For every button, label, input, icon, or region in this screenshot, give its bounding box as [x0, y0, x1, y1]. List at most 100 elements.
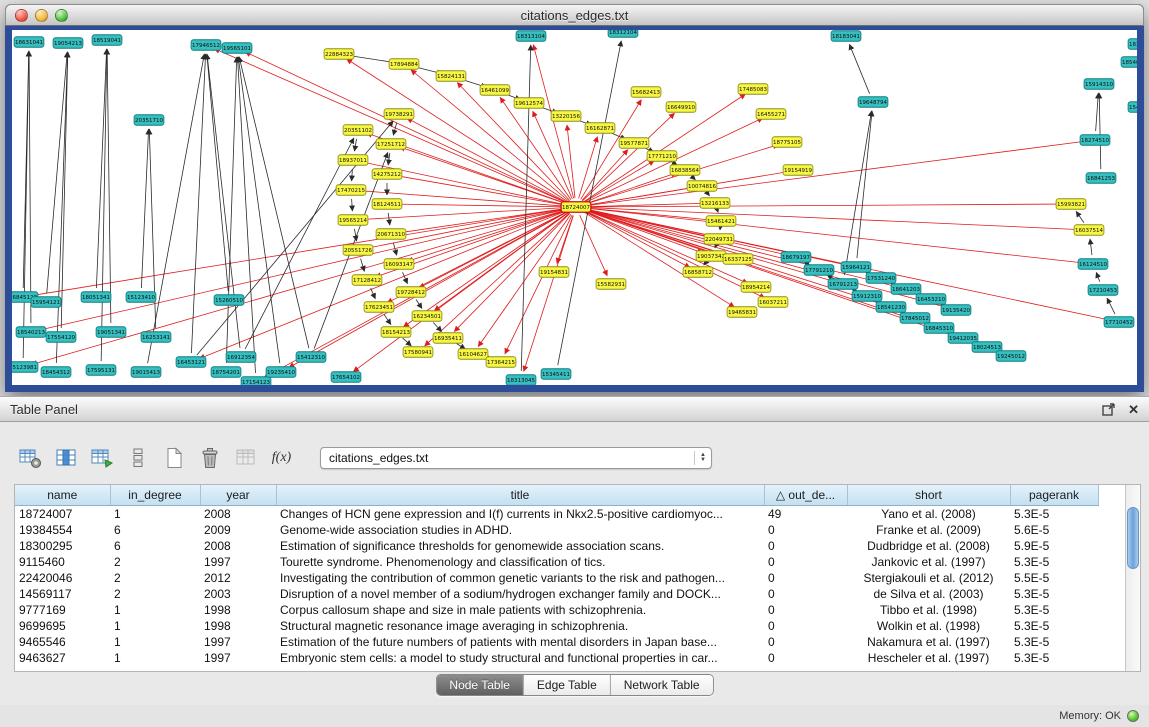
graph-node[interactable]: 18346012: [1128, 39, 1137, 50]
table-cell[interactable]: 0: [764, 586, 847, 602]
table-cell[interactable]: 9463627: [15, 650, 110, 666]
graph-node[interactable]: 16455271: [756, 109, 786, 120]
scrollbar-thumb[interactable]: [1127, 507, 1139, 569]
window-titlebar[interactable]: citations_edges.txt: [5, 4, 1144, 26]
table-row[interactable]: 946554611997Estimation of the future num…: [15, 634, 1098, 650]
tab-node-table[interactable]: Node Table: [436, 675, 524, 695]
graph-node[interactable]: 18312104: [608, 30, 638, 37]
graph-node[interactable]: 19154919: [783, 165, 813, 176]
function-builder-icon[interactable]: f(x): [268, 444, 295, 471]
table-cell[interactable]: 1997: [200, 634, 276, 650]
table-cell[interactable]: 5.9E-5: [1010, 538, 1098, 554]
minimize-window-button[interactable]: [35, 9, 48, 22]
table-row[interactable]: 977716911998Corpus callosum shape and si…: [15, 602, 1098, 618]
graph-node[interactable]: 16162871: [585, 123, 615, 134]
table-cell[interactable]: 5.5E-5: [1010, 570, 1098, 586]
graph-node[interactable]: 18954214: [741, 282, 771, 293]
table-cell[interactable]: 22420046: [15, 570, 110, 586]
graph-node[interactable]: 16037514: [1074, 225, 1104, 236]
graph-node[interactable]: 19738291: [384, 109, 414, 120]
graph-node[interactable]: 16858712: [683, 267, 713, 278]
graph-node[interactable]: 18051341: [81, 292, 111, 303]
graph-node[interactable]: 20551726: [343, 245, 373, 256]
graph-node[interactable]: 16791213: [828, 279, 858, 290]
tab-network-table[interactable]: Network Table: [611, 675, 713, 695]
import-table-icon[interactable]: [88, 444, 115, 471]
graph-node[interactable]: 18775105: [772, 137, 802, 148]
graph-node[interactable]: 19245012: [996, 351, 1026, 362]
graph-node[interactable]: 19154831: [539, 267, 569, 278]
table-cell[interactable]: 5.3E-5: [1010, 506, 1098, 523]
graph-node[interactable]: 16253141: [141, 332, 171, 343]
graph-node[interactable]: 15912310: [852, 291, 882, 302]
table-cell[interactable]: 6: [110, 522, 200, 538]
graph-node[interactable]: 15260510: [214, 295, 244, 306]
table-cell[interactable]: 9465546: [15, 634, 110, 650]
graph-node[interactable]: 19612574: [514, 98, 544, 109]
graph-node[interactable]: 18631041: [14, 37, 44, 48]
graph-node[interactable]: 19565214: [338, 215, 368, 226]
table-cell[interactable]: Tourette syndrome. Phenomenology and cla…: [276, 554, 764, 570]
graph-node[interactable]: 19577871: [619, 138, 649, 149]
table-cell[interactable]: 0: [764, 522, 847, 538]
close-panel-icon[interactable]: ✕: [1128, 403, 1139, 416]
table-cell[interactable]: 5.3E-5: [1010, 634, 1098, 650]
table-cell[interactable]: 1: [110, 506, 200, 523]
table-row[interactable]: 1456911722003Disruption of a novel membe…: [15, 586, 1098, 602]
graph-node[interactable]: 18540213: [16, 327, 46, 338]
graph-node[interactable]: 17251712: [376, 139, 406, 150]
graph-node[interactable]: 16845310: [924, 323, 954, 334]
graph-node[interactable]: 17154123: [241, 377, 271, 385]
graph-node[interactable]: 16935411: [433, 333, 463, 344]
graph-node[interactable]: 22884323: [324, 49, 354, 60]
table-row[interactable]: 2242004622012Investigating the contribut…: [15, 570, 1098, 586]
graph-node[interactable]: 16124510: [1078, 259, 1108, 270]
graph-node[interactable]: 20671310: [376, 229, 406, 240]
graph-node[interactable]: 15123410: [126, 292, 156, 303]
table-cell[interactable]: Dudbridge et al. (2008): [847, 538, 1010, 554]
graph-node[interactable]: 18124511: [372, 199, 402, 210]
graph-node[interactable]: 17771210: [647, 151, 677, 162]
table-cell[interactable]: Estimation of significance thresholds fo…: [276, 538, 764, 554]
table-cell[interactable]: 19384554: [15, 522, 110, 538]
graph-node[interactable]: 15345411: [541, 369, 571, 380]
table-cell[interactable]: Franke et al. (2009): [847, 522, 1010, 538]
graph-node[interactable]: 14275212: [372, 169, 402, 180]
table-row[interactable]: 969969511998Structural magnetic resonanc…: [15, 618, 1098, 634]
table-row[interactable]: 1938455462009Genome-wide association stu…: [15, 522, 1098, 538]
graph-node[interactable]: 15914310: [1084, 79, 1114, 90]
table-cell[interactable]: 18724007: [15, 506, 110, 523]
graph-node[interactable]: 19054213: [53, 38, 83, 49]
column-settings-icon[interactable]: [16, 444, 43, 471]
table-cell[interactable]: 1997: [200, 554, 276, 570]
table-cell[interactable]: 9115460: [15, 554, 110, 570]
table-cell[interactable]: 9699695: [15, 618, 110, 634]
tab-edge-table[interactable]: Edge Table: [524, 675, 611, 695]
table-cell[interactable]: 9777169: [15, 602, 110, 618]
graph-node[interactable]: 16912354: [226, 352, 256, 363]
graph-node[interactable]: 16461099: [480, 85, 510, 96]
graph-node[interactable]: 16841253: [1086, 173, 1116, 184]
select-columns-icon[interactable]: [52, 444, 79, 471]
table-cell[interactable]: 5.3E-5: [1010, 554, 1098, 570]
table-cell[interactable]: 0: [764, 634, 847, 650]
table-cell[interactable]: 0: [764, 602, 847, 618]
table-cell[interactable]: Jankovic et al. (1997): [847, 554, 1010, 570]
table-cell[interactable]: 5.3E-5: [1010, 618, 1098, 634]
graph-node[interactable]: 15412310: [296, 352, 326, 363]
table-cell[interactable]: 5.3E-5: [1010, 602, 1098, 618]
graph-node[interactable]: 17210453: [1088, 285, 1118, 296]
table-cell[interactable]: Changes of HCN gene expression and I(f) …: [276, 506, 764, 523]
graph-node[interactable]: 16104627: [458, 349, 488, 360]
graph-node[interactable]: 18313045: [506, 375, 536, 385]
graph-node[interactable]: 19235410: [266, 367, 296, 378]
zoom-window-button[interactable]: [55, 9, 68, 22]
graph-node[interactable]: 17580941: [403, 347, 433, 358]
hub-node[interactable]: 18724007: [561, 202, 591, 213]
graph-node[interactable]: 17654102: [331, 372, 361, 383]
table-cell[interactable]: 1: [110, 634, 200, 650]
graph-node[interactable]: 16037211: [758, 297, 788, 308]
graph-node[interactable]: 18754201: [211, 367, 241, 378]
table-cell[interactable]: 2008: [200, 506, 276, 523]
graph-node[interactable]: 18541230: [876, 302, 906, 313]
